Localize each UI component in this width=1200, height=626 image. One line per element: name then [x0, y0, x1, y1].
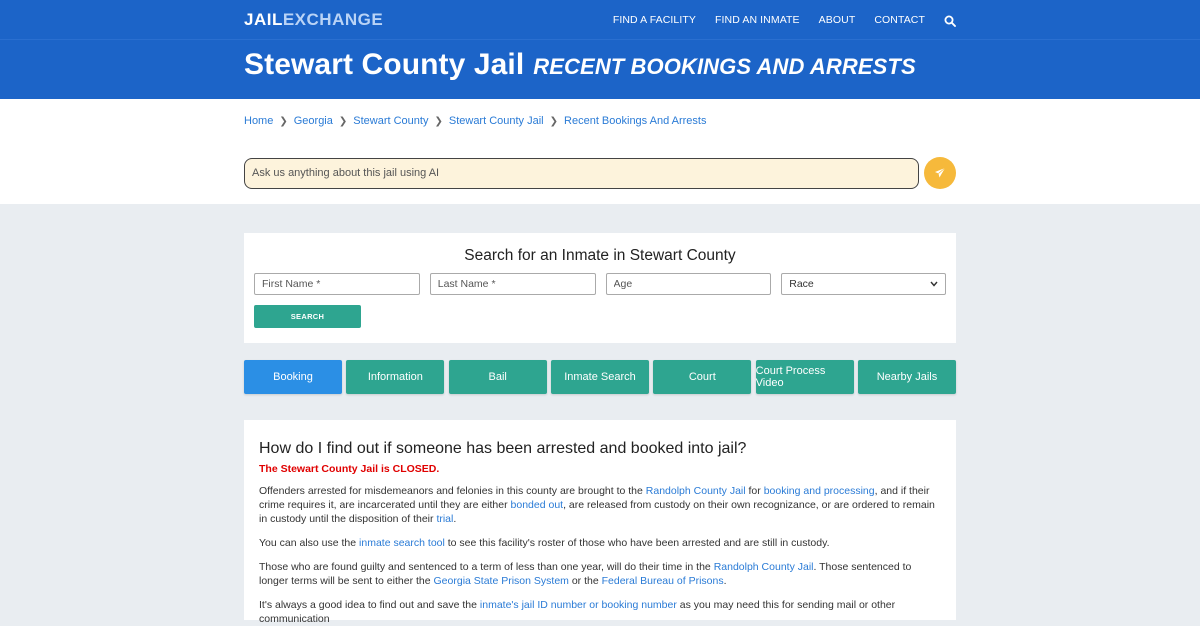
breadcrumb-stewart-county[interactable]: Stewart County	[353, 115, 428, 127]
tab-information[interactable]: Information	[346, 360, 445, 394]
nav-find-facility[interactable]: FIND A FACILITY	[613, 14, 696, 26]
hero-banner: Stewart County Jail RECENT BOOKINGS AND …	[0, 40, 1200, 99]
paper-plane-icon	[935, 167, 946, 178]
link-inmate-search-tool[interactable]: inmate search tool	[359, 537, 445, 549]
top-nav: JAILEXCHANGE FIND A FACILITY FIND AN INM…	[0, 0, 1200, 40]
race-select[interactable]: Race	[781, 273, 946, 295]
inmate-search-card: Search for an Inmate in Stewart County R…	[244, 233, 956, 343]
tab-court-process-video[interactable]: Court Process Video	[755, 360, 854, 394]
breadcrumb-recent-bookings[interactable]: Recent Bookings And Arrests	[564, 115, 706, 127]
breadcrumb-georgia[interactable]: Georgia	[294, 115, 333, 127]
inmate-search-fields: Race	[254, 273, 946, 295]
tab-bail[interactable]: Bail	[448, 360, 547, 394]
info-tabs: Booking Information Bail Inmate Search C…	[244, 360, 956, 394]
page-subtitle: RECENT BOOKINGS AND ARRESTS	[533, 54, 916, 79]
nav-links: FIND A FACILITY FIND AN INMATE ABOUT CON…	[594, 14, 956, 27]
content-paragraph-1: Offenders arrested for misdemeanors and …	[259, 485, 935, 525]
content-heading: How do I find out if someone has been ar…	[259, 440, 747, 457]
link-randolph-county-jail[interactable]: Randolph County Jail	[646, 485, 746, 497]
search-icon[interactable]	[944, 14, 956, 27]
breadcrumb-band: Home ❯ Georgia ❯ Stewart County ❯ Stewar…	[0, 99, 1200, 204]
link-bonded-out[interactable]: bonded out	[511, 499, 564, 511]
search-button[interactable]: SEARCH	[254, 305, 361, 328]
tab-court[interactable]: Court	[653, 360, 752, 394]
chevron-right-icon: ❯	[549, 115, 559, 127]
content-paragraph-4: It's always a good idea to find out and …	[259, 599, 896, 625]
link-georgia-state-prison[interactable]: Georgia State Prison System	[434, 575, 569, 587]
tab-inmate-search[interactable]: Inmate Search	[550, 360, 649, 394]
breadcrumb-home[interactable]: Home	[244, 115, 273, 127]
tab-booking[interactable]: Booking	[244, 360, 342, 394]
link-randolph-county-jail-2[interactable]: Randolph County Jail	[714, 561, 814, 573]
nav-contact[interactable]: CONTACT	[874, 14, 925, 26]
link-inmate-jail-id[interactable]: inmate's jail ID number or booking numbe…	[480, 599, 677, 611]
inmate-search-title: Search for an Inmate in Stewart County	[464, 247, 736, 264]
content-paragraph-2: You can also use the inmate search tool …	[259, 537, 830, 549]
breadcrumb: Home ❯ Georgia ❯ Stewart County ❯ Stewar…	[244, 99, 956, 127]
link-booking-processing[interactable]: booking and processing	[764, 485, 875, 497]
race-select-value: Race	[789, 278, 814, 290]
content-paragraph-3: Those who are found guilty and sentenced…	[259, 561, 912, 587]
page-title: Stewart County Jail	[244, 48, 525, 81]
breadcrumb-stewart-county-jail[interactable]: Stewart County Jail	[449, 115, 544, 127]
tab-nearby-jails[interactable]: Nearby Jails	[857, 360, 956, 394]
age-input[interactable]	[605, 273, 772, 295]
last-name-input[interactable]	[429, 273, 596, 295]
link-trial[interactable]: trial	[436, 513, 453, 525]
chevron-down-icon	[930, 281, 938, 287]
nav-about[interactable]: ABOUT	[819, 14, 856, 26]
booking-content-card: How do I find out if someone has been ar…	[244, 420, 956, 625]
closed-notice: The Stewart County Jail is CLOSED.	[259, 463, 440, 475]
link-federal-bureau-prisons[interactable]: Federal Bureau of Prisons	[602, 575, 724, 587]
ai-send-button[interactable]	[924, 157, 956, 189]
ai-search-input[interactable]	[244, 157, 919, 189]
ai-search-row	[244, 157, 956, 189]
site-logo[interactable]: JAILEXCHANGE	[244, 10, 383, 30]
chevron-right-icon: ❯	[434, 115, 443, 127]
nav-find-inmate[interactable]: FIND AN INMATE	[715, 14, 800, 26]
chevron-right-icon: ❯	[279, 115, 288, 127]
first-name-input[interactable]	[254, 273, 420, 295]
chevron-right-icon: ❯	[338, 115, 348, 127]
